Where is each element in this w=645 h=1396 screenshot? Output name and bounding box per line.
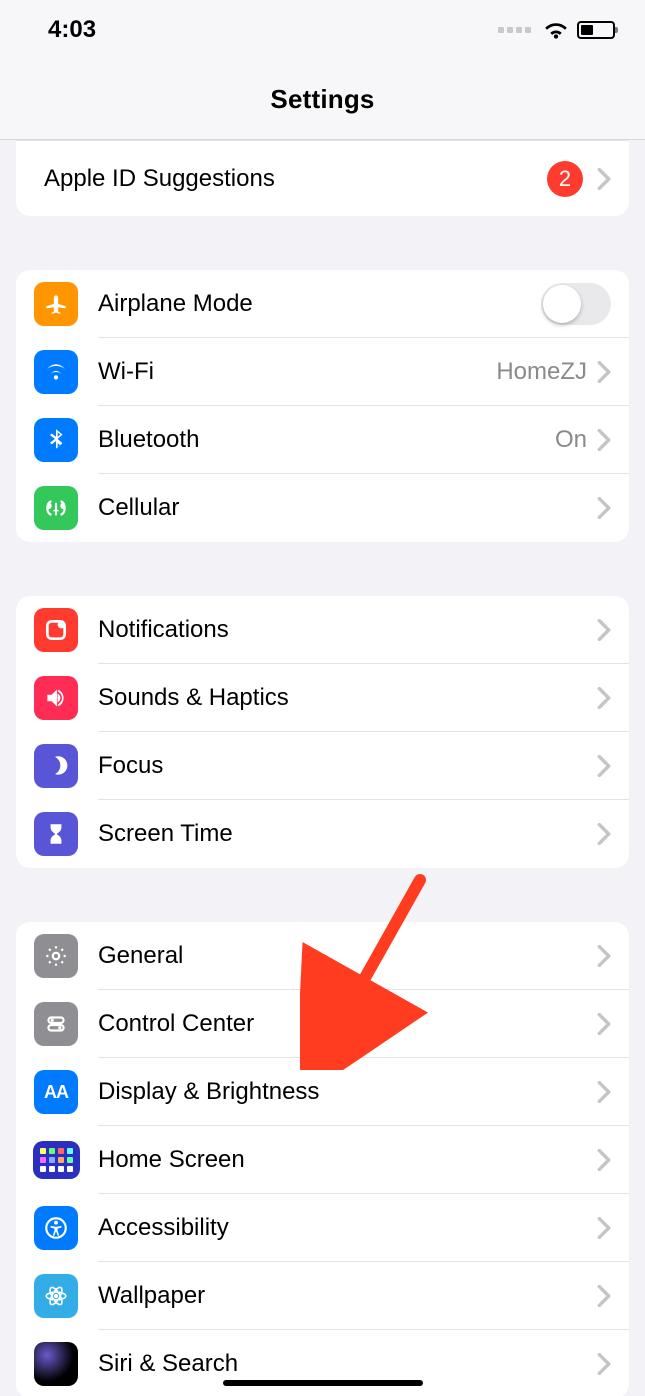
row-value: On	[555, 426, 587, 454]
row-label: Wi-Fi	[98, 358, 496, 386]
group-apple-id: Apple ID Suggestions 2	[16, 140, 629, 216]
settings-list[interactable]: Apple ID Suggestions 2 Airplane Mode Wi-…	[0, 140, 645, 1396]
notifications-icon	[34, 608, 78, 652]
chevron-right-icon	[597, 1149, 611, 1171]
chevron-right-icon	[597, 619, 611, 641]
row-label: Display & Brightness	[98, 1078, 597, 1106]
cellular-signal-icon	[498, 27, 531, 33]
status-right	[498, 20, 615, 40]
accessibility-icon	[34, 1206, 78, 1250]
badge-count: 2	[547, 161, 583, 197]
row-control-center[interactable]: Control Center	[16, 990, 629, 1058]
row-label: Screen Time	[98, 820, 597, 848]
row-label: Cellular	[98, 494, 597, 522]
chevron-right-icon	[597, 945, 611, 967]
control-center-icon	[34, 1002, 78, 1046]
group-general: General Control Center AA Display & Brig…	[16, 922, 629, 1396]
row-cellular[interactable]: Cellular	[16, 474, 629, 542]
cellular-icon	[34, 486, 78, 530]
chevron-right-icon	[597, 361, 611, 383]
row-general[interactable]: General	[16, 922, 629, 990]
chevron-right-icon	[597, 823, 611, 845]
screentime-icon	[34, 812, 78, 856]
row-accessibility[interactable]: Accessibility	[16, 1194, 629, 1262]
chevron-right-icon	[597, 1217, 611, 1239]
row-label: Airplane Mode	[98, 290, 541, 318]
row-display-brightness[interactable]: AA Display & Brightness	[16, 1058, 629, 1126]
chevron-right-icon	[597, 1081, 611, 1103]
row-label: Apple ID Suggestions	[44, 165, 547, 193]
airplane-icon	[34, 282, 78, 326]
header: Settings	[0, 60, 645, 140]
row-wifi[interactable]: Wi-Fi HomeZJ	[16, 338, 629, 406]
row-value: HomeZJ	[496, 358, 587, 386]
group-notifications: Notifications Sounds & Haptics Focus Scr…	[16, 596, 629, 868]
row-label: Wallpaper	[98, 1282, 597, 1310]
row-wallpaper[interactable]: Wallpaper	[16, 1262, 629, 1330]
chevron-right-icon	[597, 755, 611, 777]
row-label: Control Center	[98, 1010, 597, 1038]
row-label: Siri & Search	[98, 1350, 597, 1378]
chevron-right-icon	[597, 687, 611, 709]
wallpaper-icon	[34, 1274, 78, 1318]
home-indicator[interactable]	[223, 1380, 423, 1386]
chevron-right-icon	[597, 1013, 611, 1035]
chevron-right-icon	[597, 1353, 611, 1375]
row-label: Notifications	[98, 616, 597, 644]
display-icon: AA	[34, 1070, 78, 1114]
row-label: Bluetooth	[98, 426, 555, 454]
siri-icon	[34, 1342, 78, 1386]
chevron-right-icon	[597, 429, 611, 451]
bluetooth-icon	[34, 418, 78, 462]
battery-icon	[577, 21, 615, 39]
row-sounds[interactable]: Sounds & Haptics	[16, 664, 629, 732]
row-siri-search[interactable]: Siri & Search	[16, 1330, 629, 1396]
row-screen-time[interactable]: Screen Time	[16, 800, 629, 868]
airplane-toggle[interactable]	[541, 283, 611, 325]
wifi-icon	[543, 20, 569, 40]
group-connectivity: Airplane Mode Wi-Fi HomeZJ Bluetooth On	[16, 270, 629, 542]
chevron-right-icon	[597, 168, 611, 190]
row-home-screen[interactable]: Home Screen	[16, 1126, 629, 1194]
row-label: General	[98, 942, 597, 970]
page-title: Settings	[0, 84, 645, 115]
row-apple-id-suggestions[interactable]: Apple ID Suggestions 2	[16, 140, 629, 216]
row-focus[interactable]: Focus	[16, 732, 629, 800]
row-notifications[interactable]: Notifications	[16, 596, 629, 664]
chevron-right-icon	[597, 497, 611, 519]
row-bluetooth[interactable]: Bluetooth On	[16, 406, 629, 474]
focus-icon	[34, 744, 78, 788]
general-icon	[34, 934, 78, 978]
status-bar: 4:03	[0, 0, 645, 60]
chevron-right-icon	[597, 1285, 611, 1307]
sounds-icon	[34, 676, 78, 720]
row-label: Home Screen	[98, 1146, 597, 1174]
wifi-settings-icon	[34, 350, 78, 394]
home-screen-icon	[34, 1138, 78, 1182]
row-airplane-mode[interactable]: Airplane Mode	[16, 270, 629, 338]
row-label: Accessibility	[98, 1214, 597, 1242]
row-label: Sounds & Haptics	[98, 684, 597, 712]
status-time: 4:03	[48, 16, 96, 44]
row-label: Focus	[98, 752, 597, 780]
